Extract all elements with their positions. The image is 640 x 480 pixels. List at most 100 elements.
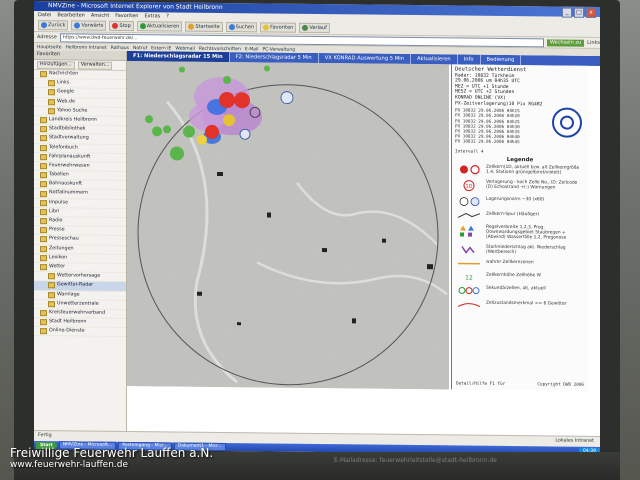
toolbar-button[interactable]: Favoriten xyxy=(260,22,297,33)
copyright-text: Copyright DWD 2006 xyxy=(537,382,584,388)
close-button[interactable]: x xyxy=(586,7,596,18)
favorites-item-label: Kreisfeuerwehrverband xyxy=(49,310,106,316)
menu-item[interactable]: Bearbeiten xyxy=(57,11,84,19)
favorites-item-label: Wetter xyxy=(49,264,66,270)
security-zone: Lokales Intranet xyxy=(555,438,594,444)
legend-symbol-icon xyxy=(456,211,482,219)
toolbar-icon xyxy=(263,24,270,31)
favorites-item-label: Impulse xyxy=(49,199,68,206)
toolbar-button[interactable]: Startseite xyxy=(185,21,223,33)
radar-tab[interactable]: Bedienung xyxy=(480,54,522,66)
legend-row: 1D Verlagerung - koch Zelle No., ID: Zell… xyxy=(456,179,584,192)
favorites-item-label: Landkreis Heilbronn xyxy=(49,117,97,123)
add-favorite-button[interactable]: Hinzufügen... xyxy=(37,60,75,69)
legend-text: Regelverbreite 1,2,3, Prog. Downwardungs… xyxy=(486,224,567,241)
favorites-item-label: Telefonbuch xyxy=(49,144,78,150)
toolbar-icon xyxy=(228,24,235,31)
organize-favorites-button[interactable]: Verwalten... xyxy=(77,60,113,70)
legend-row: Sekundärzellen, alt, aktuell xyxy=(456,285,584,296)
favorites-item-label: Links xyxy=(57,80,70,86)
city-marker xyxy=(427,264,433,270)
folder-icon xyxy=(48,273,55,280)
legend-text: Verlagerung - koch Zelle No., ID: Zellco… xyxy=(486,179,578,191)
cell-id-marker xyxy=(280,91,294,105)
folder-icon xyxy=(48,89,55,96)
legend-text: Sekundärzellen, alt, aktuell xyxy=(486,285,546,292)
favorites-item[interactable]: Online-Dienste xyxy=(34,327,126,338)
menu-item[interactable]: ? xyxy=(166,12,169,20)
legend-text: Zellkern-Spur (Häufiger) xyxy=(486,211,540,218)
favorites-item-label: Stadtbibliothek xyxy=(49,126,86,132)
menu-item[interactable]: Extras xyxy=(144,12,160,20)
favorites-item-label: Web.de xyxy=(57,98,75,105)
legend-text: wahrer Zellkernzonen xyxy=(486,259,534,266)
menu-item[interactable]: Ansicht xyxy=(91,12,109,20)
toolbar-icon xyxy=(302,24,309,31)
radar-tab[interactable]: Aktualisieren xyxy=(410,53,458,65)
toolbar-button-label: Startseite xyxy=(195,23,220,30)
minimize-button[interactable]: _ xyxy=(562,7,572,18)
menu-item[interactable]: Favoriten xyxy=(115,12,138,20)
watermark-line2: www.feuerwehr-lauffen.de xyxy=(10,460,129,470)
toolbar-button[interactable]: Suchen xyxy=(225,22,258,33)
toolbar-button[interactable]: Stop xyxy=(109,20,134,32)
city-marker xyxy=(237,322,241,326)
folder-icon xyxy=(40,254,47,262)
folder-icon xyxy=(40,181,47,188)
radar-info-panel: Deutscher Wetterdienst Radar: 10832 Türk… xyxy=(451,64,588,391)
toolbar-button-label: Zurück xyxy=(48,22,66,29)
go-button[interactable]: Wechseln zu xyxy=(546,38,585,47)
folder-icon xyxy=(48,80,55,87)
toolbar-button-label: Aktualisieren xyxy=(146,23,180,30)
favorites-sidebar: Favoriten Hinzufügen... Verwalten... Nac… xyxy=(34,50,127,433)
toolbar-button-label: Favoriten xyxy=(270,24,294,31)
toolbar-icon xyxy=(74,22,81,29)
folder-icon xyxy=(48,108,55,115)
folder-icon xyxy=(40,264,47,271)
folder-icon xyxy=(40,163,47,170)
folder-icon xyxy=(40,190,47,197)
favorites-item-label: Wettervorhersage xyxy=(57,273,101,279)
legend-symbol-icon xyxy=(456,196,482,207)
legend-text: Lagerungsnorm ~30 (x60) xyxy=(486,196,545,203)
legend-symbol-icon: 1D xyxy=(456,179,482,192)
favorites-item-label: Unwetterzentrale xyxy=(57,300,99,307)
folder-icon xyxy=(40,135,47,142)
favorites-item-label: Feuerwehrwesen xyxy=(49,163,90,169)
folder-icon xyxy=(40,71,47,78)
radar-map-svg xyxy=(127,61,449,390)
maximize-button[interactable]: □ xyxy=(574,7,584,18)
watermark-line1: Freiwillige Feuerwehr Lauffen a.N. xyxy=(10,446,214,460)
window-controls: _ □ x xyxy=(562,7,596,18)
legend-symbol-icon xyxy=(456,300,482,308)
folder-icon xyxy=(48,300,55,308)
radar-map[interactable] xyxy=(127,61,449,390)
folder-icon xyxy=(48,291,55,298)
favorites-item-label: Zeitungen xyxy=(49,245,74,252)
toolbar-button[interactable]: Verlauf xyxy=(299,22,330,34)
legend-text: Zellzustandsmerkmal >= 6 Gewitter xyxy=(486,300,567,307)
dwd-logo-icon xyxy=(552,107,582,138)
photo-watermark: Freiwillige Feuerwehr Lauffen a.N. www.f… xyxy=(10,446,213,470)
browser-content: Favoriten Hinzufügen... Verwalten... Nac… xyxy=(34,50,600,437)
help-link[interactable]: Detail/Hilfe F1 für xyxy=(456,381,505,387)
folder-icon xyxy=(40,245,47,252)
folder-icon xyxy=(40,236,47,243)
folder-icon xyxy=(40,328,47,335)
favorites-item-label: Libri xyxy=(49,209,60,215)
menu-item[interactable]: Datei xyxy=(38,11,51,19)
favorites-item-label: Presse xyxy=(49,227,65,233)
links-label[interactable]: Links xyxy=(587,40,600,46)
svg-text:12: 12 xyxy=(465,275,473,281)
toolbar-button[interactable]: Vorwärts xyxy=(71,20,107,31)
city-marker xyxy=(267,212,271,218)
city-marker xyxy=(352,318,356,324)
radar-tab[interactable]: Info xyxy=(457,54,481,65)
cell-id-marker xyxy=(239,128,251,140)
folder-icon xyxy=(48,282,55,289)
legend-text: Starkniederschlag akt. Niederschlag (Wer… xyxy=(486,244,566,256)
toolbar-button[interactable]: Zurück xyxy=(38,20,69,31)
toolbar-button[interactable]: Aktualisieren xyxy=(136,21,183,32)
legend-row: wahrer Zellkernzonen xyxy=(456,259,584,268)
favorites-item-label: Fahrplanauskunft xyxy=(49,153,91,160)
